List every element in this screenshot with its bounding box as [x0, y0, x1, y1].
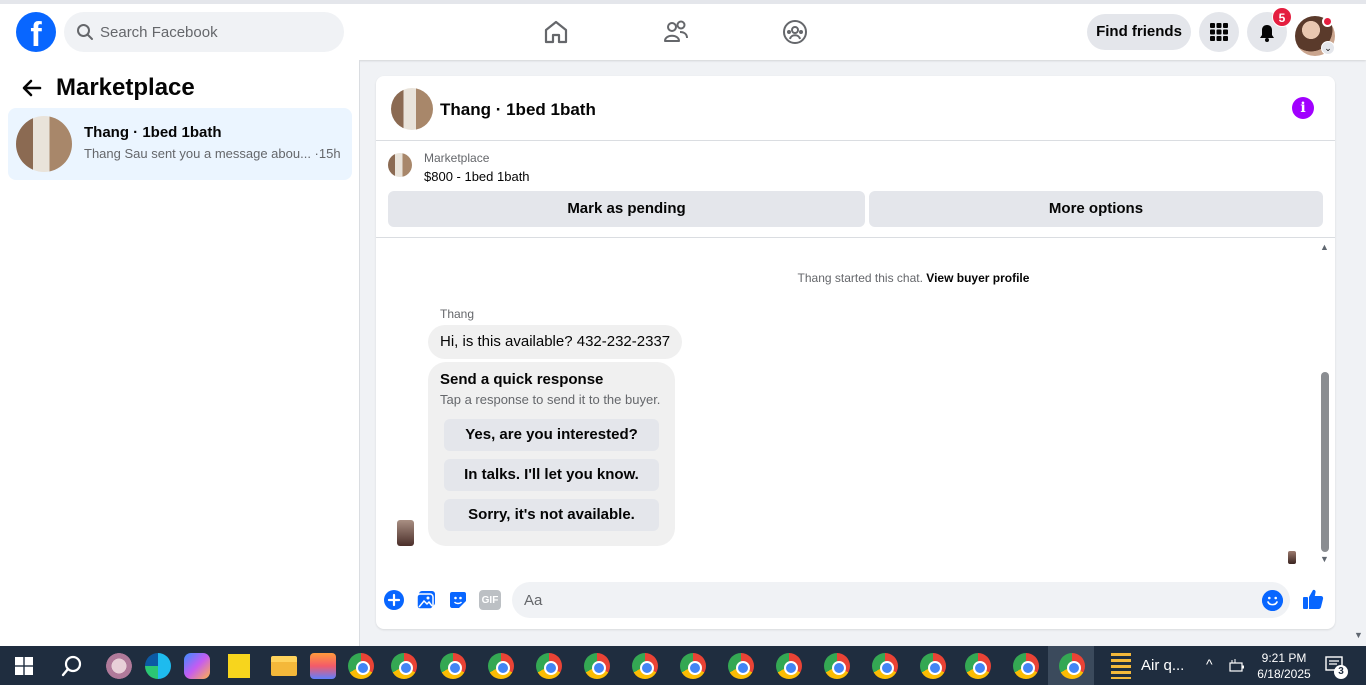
search-icon	[77, 24, 93, 40]
mark-as-pending-button[interactable]: Mark as pending	[388, 191, 865, 227]
message-composer[interactable]	[512, 582, 1290, 618]
listing-price-title[interactable]: $800 - 1bed 1bath	[424, 169, 530, 184]
menu-button[interactable]	[1199, 12, 1239, 52]
gif-icon[interactable]: GIF	[479, 590, 501, 610]
chrome-profile-icon[interactable]	[680, 653, 706, 679]
widgets-icon[interactable]	[106, 653, 132, 679]
chrome-profile-icon[interactable]	[440, 653, 466, 679]
scroll-down-arrow-icon[interactable]: ▼	[1320, 554, 1329, 564]
conversation-title: Thang · 1bed 1bath	[84, 124, 222, 141]
quick-response-subtitle: Tap a response to send it to the buyer.	[440, 392, 661, 407]
chat-started-text: Thang started this chat.	[797, 271, 923, 285]
chat-title[interactable]: Thang · 1bed 1bath	[440, 100, 596, 120]
clock-time: 9:21 PM	[1261, 651, 1307, 665]
chrome-profile-icon[interactable]	[488, 653, 514, 679]
groups-icon[interactable]	[781, 18, 809, 46]
seen-indicator-avatar	[1288, 551, 1296, 564]
quick-response-card: Send a quick response Tap a response to …	[428, 362, 675, 546]
chevron-down-icon[interactable]: ⌄	[1321, 41, 1335, 55]
chrome-profile-icon[interactable]	[391, 653, 417, 679]
marketplace-sidebar: Marketplace Thang · 1bed 1bath Thang Sau…	[0, 60, 360, 646]
app-icon[interactable]	[310, 653, 336, 679]
chrome-profile-icon[interactable]	[824, 653, 850, 679]
top-navigation-bar: f Find friends	[0, 0, 1366, 60]
find-friends-button[interactable]: Find friends	[1087, 14, 1191, 50]
file-explorer-icon[interactable]	[271, 656, 297, 676]
conversation-preview: Thang Sau sent you a message abou... ·15…	[84, 146, 341, 161]
facebook-logo-icon[interactable]: f	[16, 12, 56, 52]
back-arrow-icon[interactable]	[20, 76, 44, 100]
listing-thumbnail	[16, 116, 72, 172]
emoji-icon[interactable]	[1262, 590, 1283, 611]
chrome-profile-icon[interactable]	[965, 653, 991, 679]
chrome-profile-icon[interactable]	[1013, 653, 1039, 679]
chrome-profile-icon[interactable]	[584, 653, 610, 679]
chat-header: Thang · 1bed 1bath i	[376, 76, 1335, 141]
menu-grid-icon	[1210, 23, 1228, 41]
chat-started-notice: Thang started this chat. View buyer prof…	[376, 271, 1335, 285]
chevron-up-icon[interactable]: ^	[1206, 656, 1213, 672]
avatar-status-dot	[1322, 16, 1333, 27]
chrome-profile-icon[interactable]	[872, 653, 898, 679]
chrome-profile-icon[interactable]	[920, 653, 946, 679]
notification-badge: 5	[1272, 7, 1292, 27]
notification-count-badge: 3	[1334, 665, 1348, 679]
sidebar-title: Marketplace	[56, 74, 195, 101]
more-options-button[interactable]: More options	[869, 191, 1323, 227]
sticker-icon[interactable]	[447, 589, 469, 611]
chrome-profile-icon[interactable]	[536, 653, 562, 679]
windows-taskbar: Air q... ^ 9:21 PM 6/18/2025 3	[0, 646, 1366, 685]
conversation-item[interactable]: Thang · 1bed 1bath Thang Sau sent you a …	[8, 108, 352, 180]
page-scroll-down-arrow-icon[interactable]: ▼	[1354, 630, 1363, 640]
sender-avatar[interactable]	[397, 520, 414, 546]
info-icon[interactable]: i	[1292, 97, 1314, 119]
clock-date: 6/18/2025	[1257, 667, 1311, 681]
weather-text[interactable]: Air q...	[1141, 657, 1184, 674]
sender-name: Thang	[440, 307, 475, 321]
windows-start-icon[interactable]	[15, 657, 33, 675]
sticky-notes-icon[interactable]	[228, 654, 250, 678]
air-quality-icon[interactable]	[1111, 653, 1131, 679]
chrome-profile-icon[interactable]	[632, 653, 658, 679]
quick-response-button[interactable]: Yes, are you interested?	[444, 419, 659, 451]
chat-scrollbar[interactable]	[1321, 372, 1329, 552]
listing-thumbnail[interactable]	[391, 88, 433, 130]
edge-icon[interactable]	[145, 653, 171, 679]
search-input[interactable]	[100, 12, 330, 52]
quick-response-button[interactable]: Sorry, it's not available.	[444, 499, 659, 531]
chrome-profile-icon[interactable]	[1059, 653, 1085, 679]
quick-response-button[interactable]: In talks. I'll let you know.	[444, 459, 659, 491]
quick-response-title: Send a quick response	[440, 371, 604, 388]
chrome-icon[interactable]	[348, 653, 374, 679]
listing-thumbnail-small[interactable]	[388, 153, 412, 177]
search-box[interactable]	[64, 12, 344, 52]
battery-icon[interactable]	[1229, 658, 1245, 674]
marketplace-label: Marketplace	[424, 151, 490, 165]
chrome-profile-icon[interactable]	[728, 653, 754, 679]
plus-icon[interactable]	[383, 589, 405, 611]
chat-panel: Thang · 1bed 1bath i Marketplace $800 - …	[376, 76, 1335, 629]
message-input[interactable]	[524, 582, 1254, 618]
copilot-icon[interactable]	[184, 653, 210, 679]
clock[interactable]: 9:21 PM 6/18/2025	[1254, 650, 1314, 682]
scroll-up-arrow-icon[interactable]: ▲	[1320, 242, 1329, 252]
friends-icon[interactable]	[662, 18, 690, 46]
home-icon[interactable]	[542, 18, 570, 46]
listing-summary: Marketplace $800 - 1bed 1bath Mark as pe…	[376, 142, 1335, 238]
taskbar-search-icon[interactable]	[60, 654, 84, 678]
photo-icon[interactable]	[415, 589, 437, 611]
thumbs-up-icon[interactable]	[1301, 587, 1325, 611]
chrome-profile-icon[interactable]	[776, 653, 802, 679]
message-bubble[interactable]: Hi, is this available? 432-232-2337	[428, 325, 683, 359]
view-buyer-profile-link[interactable]: View buyer profile	[926, 271, 1029, 285]
